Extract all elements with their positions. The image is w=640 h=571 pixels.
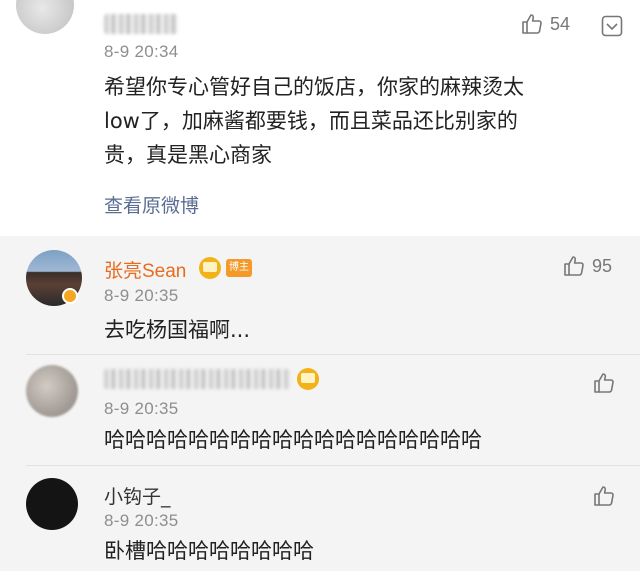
avatar[interactable] (16, 0, 74, 34)
reply-text: 去吃杨国福啊... (104, 318, 251, 342)
comment-text: 希望你专心管好自己的饭店，你家的麻辣烫太 low了，加麻酱都要钱，而且菜品还比别… (104, 70, 624, 172)
reply-item: 张亮Sean 博主 8-9 20:35 去吃杨国福啊... 95 (0, 236, 640, 354)
comment-text-line: 希望你专心管好自己的饭店，你家的麻辣烫太 (104, 75, 524, 99)
thumbs-up-icon (592, 484, 616, 508)
reply-item: 小钩子_ 8-9 20:35 卧槽哈哈哈哈哈哈哈哈 (0, 466, 640, 571)
comment-text-line: 贵，真是黑心商家 (104, 143, 272, 167)
username-blurred[interactable] (104, 369, 290, 389)
avatar[interactable] (26, 365, 78, 417)
reply-time: 8-9 20:35 (104, 399, 179, 418)
author-badge: 博主 (226, 259, 252, 277)
reply-text: 哈哈哈哈哈哈哈哈哈哈哈哈哈哈哈哈哈哈 (104, 428, 482, 452)
thumbs-up-icon (562, 254, 586, 278)
thumbs-up-icon (520, 12, 544, 36)
reply-username[interactable]: 小钩子_ (104, 482, 171, 509)
avatar[interactable] (26, 478, 78, 530)
like-button[interactable] (592, 371, 616, 395)
like-button[interactable] (592, 484, 616, 508)
like-count: 95 (592, 255, 613, 276)
reply-text: 卧槽哈哈哈哈哈哈哈哈 (104, 539, 314, 563)
comment-text-line: low了，加麻酱都要钱，而且菜品还比别家的 (104, 109, 518, 133)
comment-time: 8-9 20:34 (104, 42, 179, 61)
thumbs-up-icon (592, 371, 616, 395)
verified-badge-icon (62, 288, 78, 304)
reply-time: 8-9 20:35 (104, 511, 179, 530)
username-blurred[interactable] (104, 14, 178, 34)
reply-username[interactable]: 张亮Sean (104, 256, 186, 283)
like-count: 54 (550, 13, 571, 34)
like-button[interactable]: 95 (562, 254, 612, 278)
reply-time: 8-9 20:35 (104, 286, 179, 305)
crown-icon (297, 368, 319, 390)
like-button[interactable]: 54 (520, 12, 570, 36)
reply-item: 8-9 20:35 哈哈哈哈哈哈哈哈哈哈哈哈哈哈哈哈哈哈 (0, 355, 640, 465)
main-comment: 8-9 20:34 希望你专心管好自己的饭店，你家的麻辣烫太 low了，加麻酱都… (0, 0, 640, 236)
view-original-link[interactable]: 查看原微博 (104, 191, 199, 218)
more-icon[interactable] (600, 14, 624, 42)
crown-icon (199, 257, 221, 279)
